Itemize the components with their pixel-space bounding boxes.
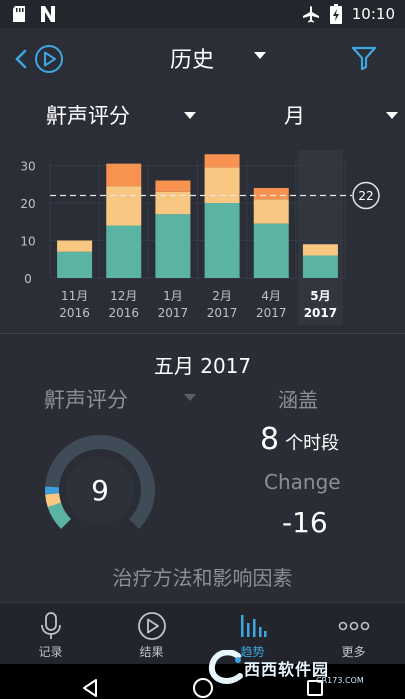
page-title[interactable]: 历史 <box>170 42 214 74</box>
play-circle-icon <box>35 45 63 73</box>
bar-segment <box>57 251 93 278</box>
status-time: 10:10 <box>351 5 395 23</box>
play-circle-icon <box>137 612 166 640</box>
summary-metric-selector[interactable]: 鼾声评分 <box>44 384 128 414</box>
change-label: Change <box>264 470 341 494</box>
bar-segment <box>302 244 338 256</box>
caret-down-icon[interactable] <box>386 112 398 120</box>
selector-row: 鼾声评分 月 <box>0 96 405 140</box>
bar-chart-icon <box>240 615 266 637</box>
period-selector[interactable]: 月 <box>284 100 305 130</box>
airplane-icon <box>302 6 319 23</box>
x-tick-label-year: 2017 <box>256 306 287 320</box>
bar-segment <box>204 203 240 278</box>
month-summary: 五月 2017 鼾声评分 涵盖 9 8 个时段 Change -16 治疗方法和… <box>0 334 405 602</box>
status-bar: 10:10 <box>0 0 405 28</box>
n-notification-icon <box>41 6 55 22</box>
bar-segment <box>302 255 338 278</box>
caret-down-icon[interactable] <box>254 52 266 60</box>
x-tick-label-year: 2017 <box>158 306 189 320</box>
x-tick-label-month: 5月 <box>310 289 330 303</box>
bar-segment <box>155 214 191 278</box>
bar-segment <box>253 223 289 278</box>
metric-selector[interactable]: 鼾声评分 <box>46 100 130 130</box>
nav-results[interactable]: 结果 <box>101 603 202 665</box>
x-tick-label-month: 11月 <box>61 289 88 303</box>
back-triangle-icon[interactable] <box>80 678 100 698</box>
y-tick-label: 10 <box>20 235 35 249</box>
filter-icon[interactable] <box>351 45 377 71</box>
bar-segment <box>106 163 142 187</box>
coverage-count: 8 个时段 <box>260 422 339 457</box>
x-tick-label-month: 4月 <box>261 289 281 303</box>
x-tick-label-year: 2016 <box>59 306 90 320</box>
summary-title: 五月 2017 <box>153 354 252 378</box>
bar-segment <box>204 154 240 168</box>
x-tick-label-year: 2016 <box>108 306 139 320</box>
chevron-left-icon <box>15 49 27 69</box>
x-tick-label-year: 2017 <box>304 306 337 320</box>
caret-down-icon[interactable] <box>184 112 196 120</box>
coverage-title: 涵盖 <box>278 388 318 412</box>
nav-label: 记录 <box>38 645 63 659</box>
change-value: -16 <box>282 506 328 539</box>
bar-segment <box>57 240 93 252</box>
bar-segment <box>106 186 142 226</box>
battery-charging-icon <box>329 4 342 24</box>
y-tick-label: 30 <box>20 160 35 174</box>
y-tick-label: 0 <box>24 272 32 286</box>
x-tick-label-year: 2017 <box>207 306 238 320</box>
treatments-link[interactable]: 治疗方法和影响因素 <box>0 562 405 591</box>
microphone-icon <box>40 612 61 639</box>
x-tick-label-month: 12月 <box>110 289 137 303</box>
x-tick-label-month: 2月 <box>212 289 232 303</box>
bar-segment <box>204 167 240 203</box>
coverage-unit: 个时段 <box>285 433 340 454</box>
caret-down-icon[interactable] <box>184 394 196 402</box>
watermark: 西西软件园 CR173.COM <box>208 650 388 685</box>
reference-label: 22 <box>358 189 373 203</box>
bar-segment <box>253 188 289 200</box>
bar-segment <box>106 225 142 278</box>
coverage-number: 8 <box>260 422 280 457</box>
more-dots-icon <box>338 621 369 631</box>
nav-record[interactable]: 记录 <box>0 603 101 665</box>
sd-card-icon <box>13 6 25 22</box>
y-tick-label: 20 <box>20 197 35 211</box>
history-bar-chart[interactable]: 0 10 20 30 11月 2016 12月 2016 1月 2017 2月 2017 4月 2017 5… <box>0 150 405 330</box>
app-header: 历史 <box>0 28 405 90</box>
watermark-sub: CR173.COM <box>316 676 364 685</box>
watermark-logo-icon <box>208 650 243 684</box>
back-play-button[interactable] <box>14 42 66 76</box>
nav-label: 结果 <box>139 645 164 659</box>
bar-segment <box>155 180 191 192</box>
x-tick-label-month: 1月 <box>163 289 183 303</box>
bar-segment <box>253 199 289 224</box>
